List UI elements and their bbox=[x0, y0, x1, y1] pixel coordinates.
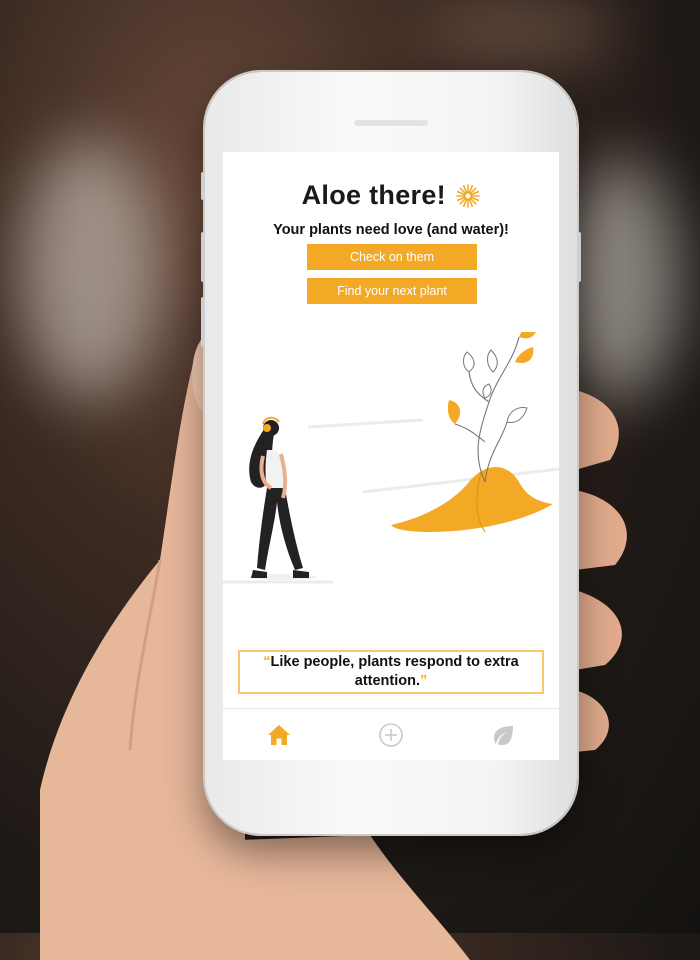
title-row: Aloe there! bbox=[223, 180, 559, 211]
leaf bbox=[515, 347, 534, 364]
woman-figure bbox=[249, 416, 317, 580]
quote-text: Like people, plants respond to extra att… bbox=[270, 654, 519, 689]
bottom-nav bbox=[223, 708, 559, 760]
check-on-plants-button[interactable]: Check on them bbox=[307, 244, 477, 270]
leaf bbox=[447, 400, 461, 424]
nav-plants[interactable] bbox=[483, 715, 523, 755]
phone-frame: Aloe there! Your plants need love (and w… bbox=[201, 72, 581, 834]
phone-side-button bbox=[577, 232, 581, 282]
leaf bbox=[487, 349, 498, 373]
nav-home[interactable] bbox=[259, 715, 299, 755]
leaf bbox=[463, 351, 475, 373]
phone-side-button bbox=[201, 172, 205, 200]
leaf bbox=[519, 332, 536, 339]
app-screen: Aloe there! Your plants need love (and w… bbox=[223, 152, 559, 760]
quote-open-mark: “ bbox=[263, 654, 271, 671]
plus-circle-icon bbox=[379, 723, 403, 747]
flower-icon bbox=[456, 183, 481, 208]
plant-illustration bbox=[223, 332, 559, 584]
background-blur bbox=[420, 0, 620, 60]
subtitle: Your plants need love (and water)! bbox=[273, 222, 509, 238]
phone-side-button bbox=[201, 297, 205, 347]
phone-earpiece bbox=[354, 120, 428, 126]
nav-add-plant[interactable] bbox=[371, 715, 411, 755]
plant-quote: “Like people, plants respond to extra at… bbox=[238, 650, 544, 694]
phone-side-button bbox=[201, 232, 205, 282]
leaf bbox=[482, 383, 492, 399]
page-title: Aloe there! bbox=[301, 180, 446, 210]
leaf-icon bbox=[494, 726, 513, 745]
soil-mound bbox=[391, 467, 553, 532]
phone-home-area bbox=[354, 776, 428, 814]
home-icon bbox=[268, 725, 290, 745]
quote-close-mark: ” bbox=[420, 673, 428, 689]
leaf bbox=[506, 407, 528, 423]
find-next-plant-button[interactable]: Find your next plant bbox=[307, 278, 477, 304]
